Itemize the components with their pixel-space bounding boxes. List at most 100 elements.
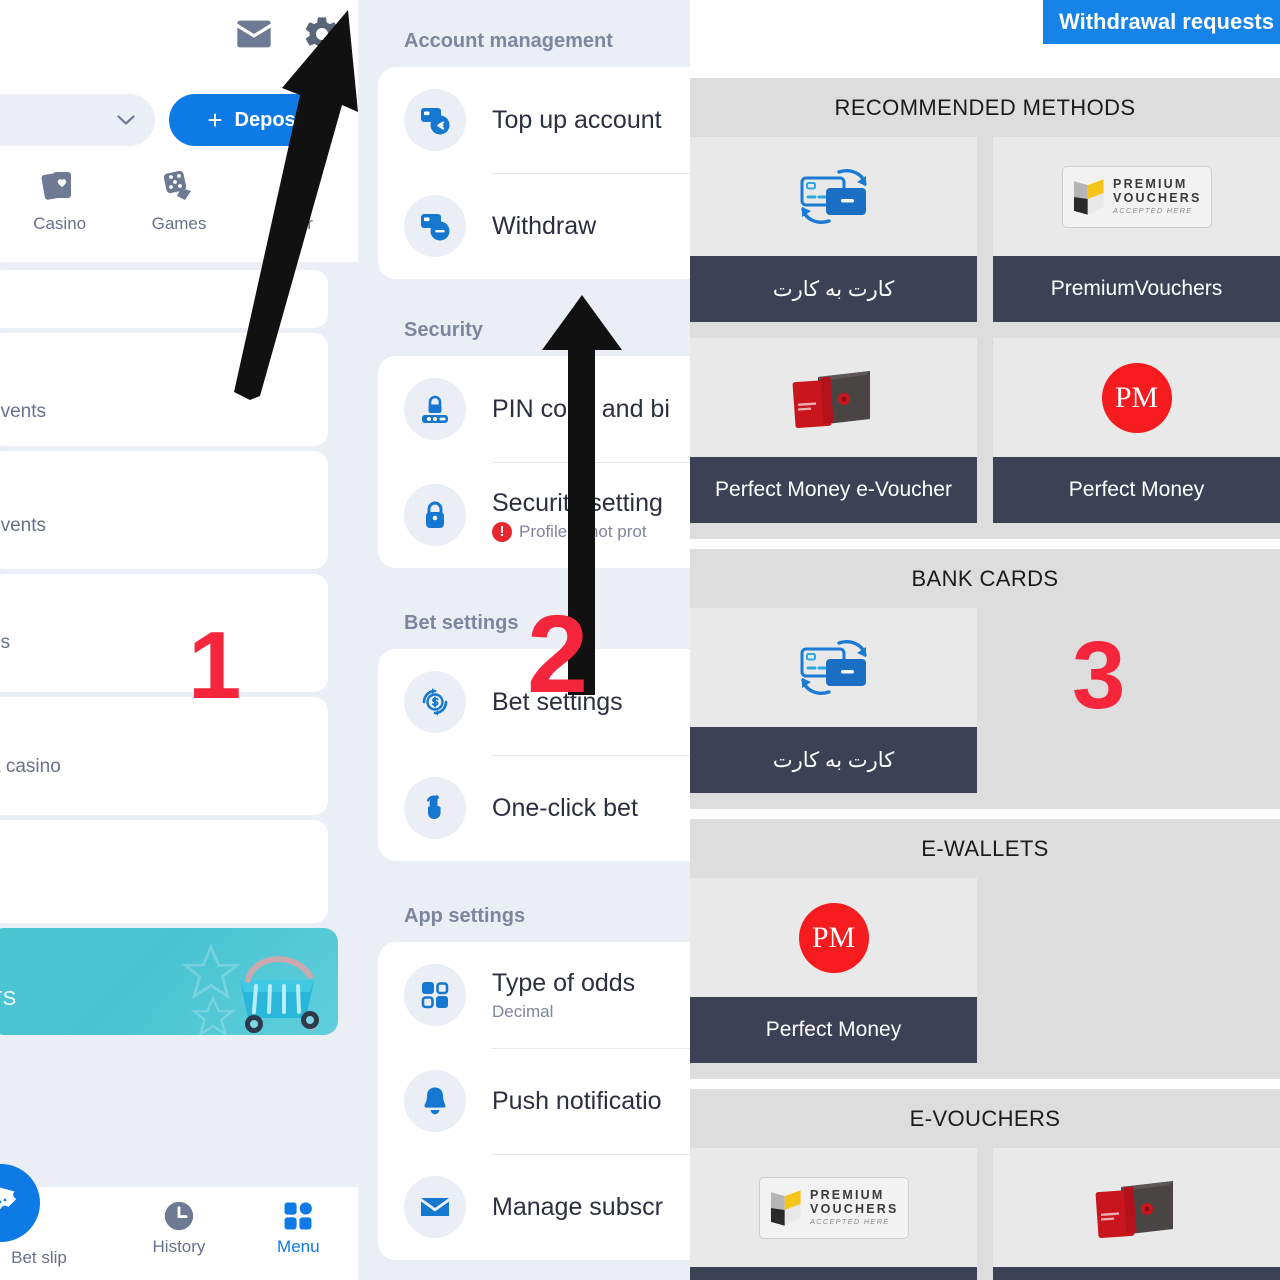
card-to-card-icon bbox=[800, 168, 867, 224]
divider bbox=[492, 1048, 690, 1049]
tab-casino[interactable]: Casino bbox=[0, 168, 119, 234]
deposit-label: Depos bbox=[234, 108, 296, 131]
section-bank-cards: BANK CARDS کارت به کارت bbox=[690, 549, 1280, 809]
menu-item-type-of-odds[interactable]: Type of odds Decimal bbox=[378, 942, 690, 1048]
mail-icon[interactable] bbox=[234, 14, 274, 54]
account-select[interactable] bbox=[0, 94, 155, 146]
envelope-icon bbox=[404, 1176, 466, 1238]
nav-history[interactable]: History bbox=[119, 1187, 238, 1257]
tab-games[interactable]: Games bbox=[119, 168, 238, 234]
nav-bet-slip[interactable]: Bet slip bbox=[0, 1164, 119, 1267]
withdrawal-requests-button[interactable]: Withdrawal requests bbox=[1043, 0, 1280, 44]
odds-grid-icon bbox=[404, 964, 466, 1026]
step-number-2: 2 bbox=[527, 593, 589, 716]
warning-icon: ! bbox=[492, 521, 512, 542]
menu-item-security-settings[interactable]: Security setting ! Profile is not prot bbox=[378, 462, 690, 568]
premium-vouchers-mark-icon bbox=[770, 1189, 801, 1226]
section-security: Security PIN code and bi Security settin… bbox=[358, 279, 690, 568]
menu-item-text: Withdraw bbox=[492, 212, 596, 241]
bet-slip-fab[interactable] bbox=[0, 1164, 40, 1242]
menu-item-text: Top up account bbox=[492, 106, 662, 135]
divider bbox=[492, 462, 690, 463]
bet-refresh-money-icon bbox=[404, 671, 466, 733]
method-grid: کارت به کارت bbox=[690, 137, 1280, 523]
panel-settings-menu: Account management Top up account Withdr… bbox=[358, 0, 690, 1280]
menu-item-text: Push notificatio bbox=[492, 1087, 662, 1116]
method-name bbox=[690, 1267, 977, 1280]
nav-label: History bbox=[152, 1237, 206, 1256]
section-app-settings: App settings Type of odds Decimal Push n… bbox=[358, 861, 690, 1260]
menu-item-label: PIN code and bi bbox=[492, 394, 670, 423]
menu-item-label: Type of odds bbox=[492, 968, 636, 997]
promo-banner[interactable]: TS bbox=[0, 928, 338, 1035]
step-number-3: 3 bbox=[1072, 622, 1126, 729]
bell-icon bbox=[404, 1070, 466, 1132]
section-title: App settings bbox=[404, 905, 526, 927]
divider bbox=[492, 173, 690, 174]
shopping-basket-icon bbox=[240, 956, 319, 1033]
menu-item-label: Withdraw bbox=[492, 211, 597, 240]
menu-item-top-up-account[interactable]: Top up account bbox=[378, 67, 690, 173]
empty-cell bbox=[993, 608, 1280, 793]
pin-lock-icon bbox=[404, 378, 466, 440]
tab-other[interactable]: ther bbox=[239, 168, 358, 234]
method-name: Perfect Money bbox=[993, 457, 1280, 523]
menu-item-label: One-click bet bbox=[492, 793, 638, 822]
pv-line2: VOUCHERS bbox=[1113, 190, 1202, 205]
list-item[interactable] bbox=[0, 270, 328, 328]
nav-label: Bet slip bbox=[11, 1248, 67, 1267]
gear-icon[interactable] bbox=[302, 14, 342, 54]
nav-menu[interactable]: Menu bbox=[239, 1187, 358, 1257]
list-item-text: events bbox=[0, 400, 46, 422]
banner-text: TS bbox=[0, 988, 17, 1010]
perfect-money-voucher-wallet-image bbox=[792, 370, 870, 428]
top-up-card-icon bbox=[404, 89, 466, 151]
list-item[interactable]: es bbox=[0, 574, 328, 692]
method-perfect-money[interactable]: PM Perfect Money bbox=[993, 338, 1280, 523]
divider bbox=[492, 1154, 690, 1155]
method-perfect-money-evoucher[interactable] bbox=[993, 1148, 1280, 1280]
method-premium-vouchers[interactable]: PREMIUM VOUCHERS ACCEPTED HERE bbox=[690, 1148, 977, 1280]
method-card-to-card[interactable]: کارت به کارت bbox=[690, 608, 977, 793]
menu-item-sublabel: Decimal bbox=[492, 1001, 554, 1021]
menu-item-withdraw[interactable]: Withdraw bbox=[378, 173, 690, 279]
deposit-button[interactable]: + Depos bbox=[169, 94, 334, 146]
menu-item-label: Top up account bbox=[492, 105, 662, 134]
menu-item-sublabel: Profile is not prot bbox=[519, 521, 647, 541]
content-card-list: events events es a casino bbox=[0, 270, 358, 1035]
menu-item-pin-code[interactable]: PIN code and bi bbox=[378, 356, 690, 462]
perfect-money-voucher-wallet-image bbox=[1095, 1180, 1173, 1238]
list-item[interactable]: events bbox=[0, 451, 328, 569]
method-premium-vouchers[interactable]: PREMIUM VOUCHERS ACCEPTED HERE PremiumVo… bbox=[993, 137, 1280, 322]
list-item-text: events bbox=[0, 515, 46, 536]
method-card-to-card[interactable]: کارت به کارت bbox=[690, 137, 977, 322]
withdraw-card-icon bbox=[404, 195, 466, 257]
method-name: Perfect Money e-Voucher bbox=[690, 457, 977, 523]
menu-item-push-notifications[interactable]: Push notificatio bbox=[378, 1048, 690, 1154]
method-name: PremiumVouchers bbox=[993, 256, 1280, 322]
method-perfect-money-evoucher[interactable]: Perfect Money e-Voucher bbox=[690, 338, 977, 523]
panel-payment-methods: Withdrawal requests RECOMMENDED METHODS bbox=[690, 0, 1280, 1280]
tab-label: Games bbox=[151, 214, 207, 233]
section-title: Security bbox=[404, 319, 483, 341]
premium-vouchers-logo-text: PREMIUM VOUCHERS ACCEPTED HERE bbox=[810, 1189, 898, 1225]
list-item[interactable] bbox=[0, 820, 328, 923]
section-card: PIN code and bi Security setting ! Profi… bbox=[378, 356, 690, 568]
one-click-tap-icon bbox=[404, 777, 466, 839]
method-name: کارت به کارت bbox=[690, 727, 977, 793]
padlock-icon bbox=[404, 484, 466, 546]
menu-item-one-click-bet[interactable]: One-click bet bbox=[378, 755, 690, 861]
casino-cards-icon bbox=[41, 172, 71, 200]
menu-item-manage-subscriptions[interactable]: Manage subscr bbox=[378, 1154, 690, 1260]
list-item[interactable]: events bbox=[0, 333, 328, 446]
step-number-1: 1 bbox=[188, 612, 242, 719]
premium-vouchers-logo: PREMIUM VOUCHERS ACCEPTED HERE bbox=[758, 1176, 909, 1239]
method-name: کارت به کارت bbox=[690, 256, 977, 322]
empty-cell bbox=[993, 878, 1280, 1063]
list-item[interactable]: a casino bbox=[0, 697, 328, 815]
method-perfect-money[interactable]: PM Perfect Money bbox=[690, 878, 977, 1063]
header-icon-group bbox=[234, 14, 342, 54]
section-header: RECOMMENDED METHODS bbox=[834, 95, 1136, 120]
menu-item-text: PIN code and bi bbox=[492, 395, 670, 424]
